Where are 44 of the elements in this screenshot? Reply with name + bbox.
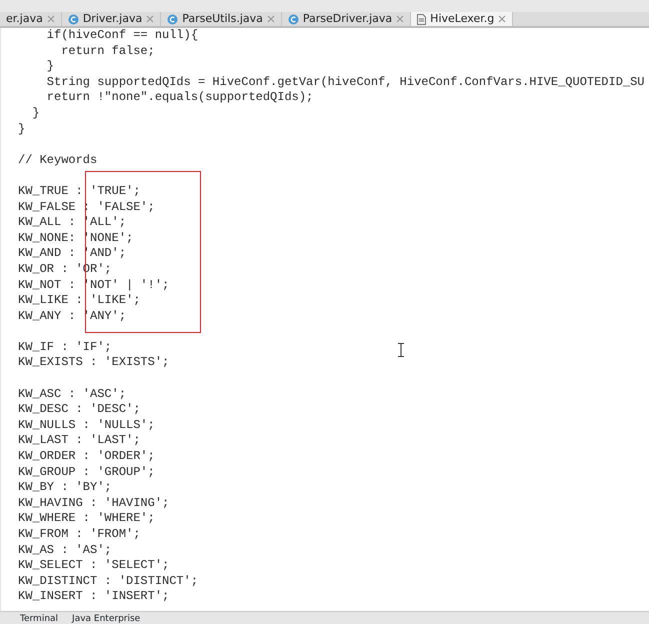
code-line: KW_AS : 'AS'; [18,542,112,558]
file-tab[interactable]: HiveLexer.g [411,12,514,26]
code-line: KW_LIKE : 'LIKE'; [18,293,140,309]
code-line: KW_ANY : 'ANY'; [18,308,126,324]
tool-window-tab[interactable]: Terminal [20,612,58,624]
code-line: KW_FROM : 'FROM'; [18,527,140,543]
code-line: KW_WHERE : 'WHERE'; [18,511,155,527]
code-line: // Keywords [18,152,98,168]
file-icon [417,14,426,24]
close-icon[interactable] [146,15,154,23]
code-line: KW_HAVING : 'HAVING'; [18,496,170,512]
code-line: } [31,106,40,122]
code-line: KW_LAST : 'LAST'; [18,433,140,450]
code-line: KW_ASC : 'ASC'; [18,386,126,402]
class-icon [288,14,299,24]
code-line: KW_EXISTS : 'EXISTS'; [18,355,170,372]
code-line: KW_DESC : 'DESC'; [18,402,140,418]
code-line: KW_NONE: 'NONE'; [18,230,134,246]
class-icon [68,14,79,24]
code-line: KW_TRUE : 'TRUE'; [18,184,140,200]
code-line: KW_DISTINCT : 'DISTINCT'; [18,574,198,590]
code-line: if(hiveConf == null){ [46,28,198,44]
code-line: KW_BY : 'BY'; [18,480,112,496]
code-line: KW_INSERT : 'INSERT'; [18,589,170,605]
class-icon [167,14,178,24]
close-icon[interactable] [498,15,506,23]
code-line: KW_NOT : 'NOT' | '!'; [18,278,170,294]
text-cursor-icon [397,343,405,357]
code-line: KW_GROUP : 'GROUP'; [18,464,155,480]
code-line: KW_NULLS : 'NULLS'; [18,418,155,434]
code-line: KW_ALL : 'ALL'; [18,215,126,231]
tool-window-tab[interactable]: Java Enterprise [72,612,140,624]
code-line: KW_AND : 'AND'; [18,246,126,262]
code-line: KW_IF : 'IF'; [18,340,112,356]
code-line: KW_SELECT : 'SELECT'; [18,558,170,574]
close-icon[interactable] [266,15,275,23]
code-line: KW_ORDER : 'ORDER'; [18,449,155,465]
code-line: } [18,122,26,138]
close-icon[interactable] [46,15,55,23]
close-icon[interactable] [396,15,404,23]
code-line: } [46,59,54,75]
code-line: return !"none".equals(supportedQIds); [46,90,314,106]
code-line: String supportedQIds = HiveConf.getVar(hiveConf, HiveConf.ConfVars.HIVE_QUOTEDID_SU [46,74,645,90]
code-line: return false; [60,44,155,60]
